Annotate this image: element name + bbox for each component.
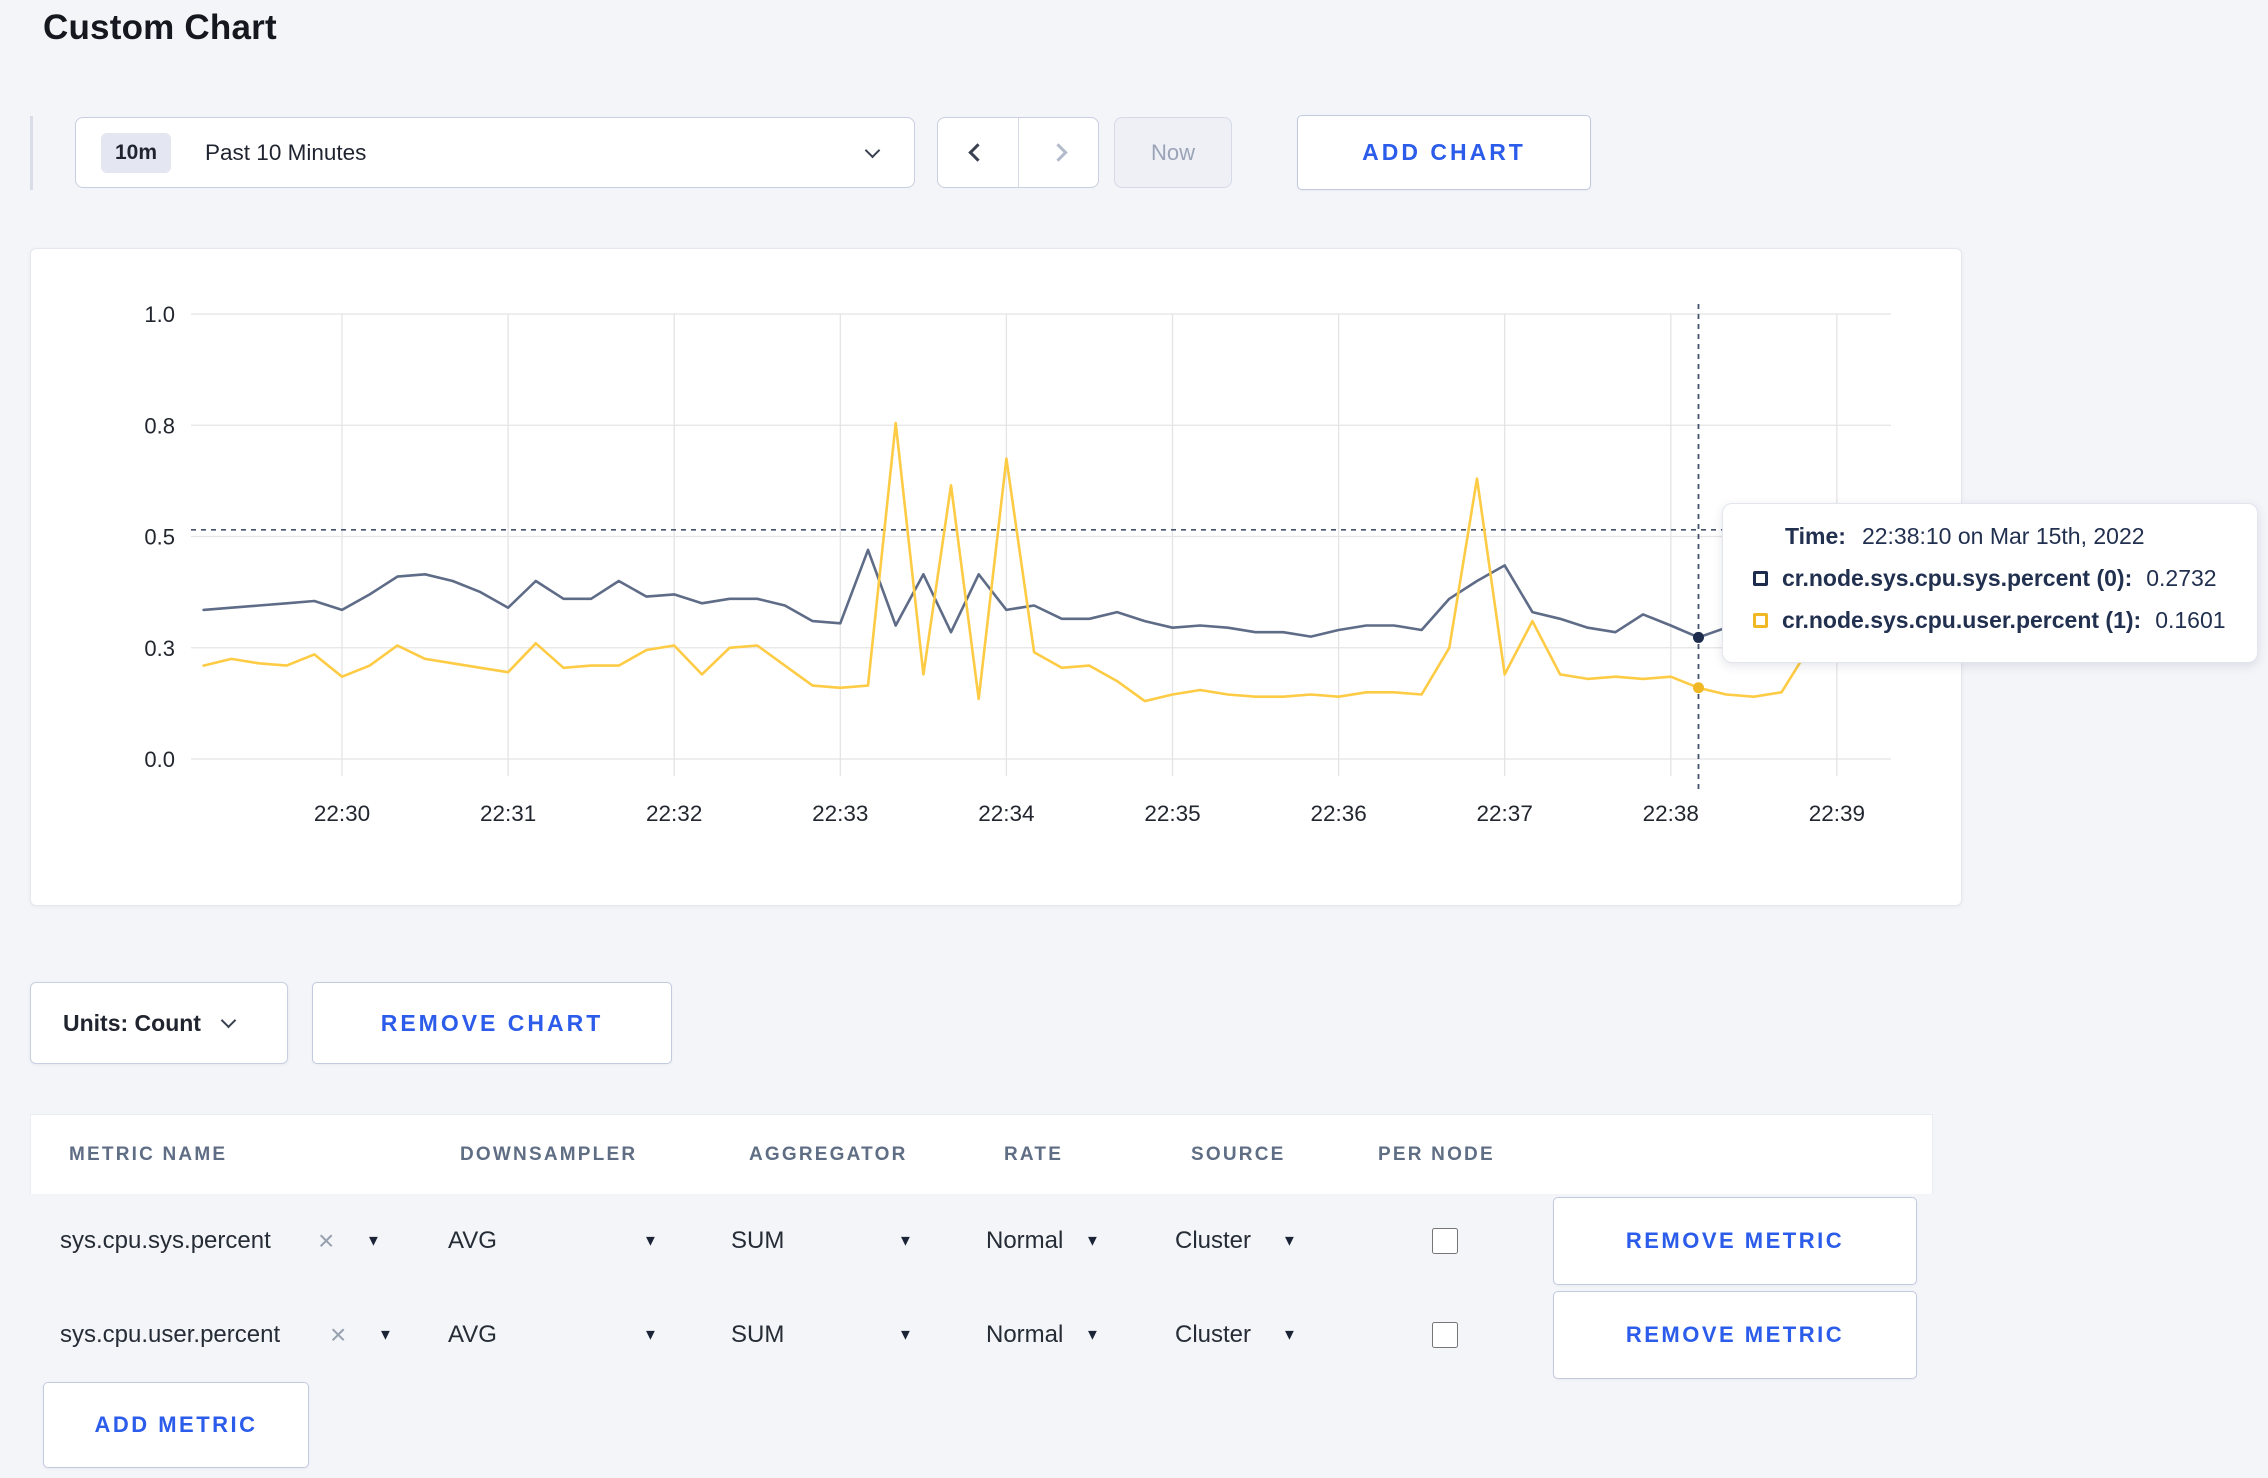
x-axis-tick-label: 22:35 [1144,801,1200,826]
metric-name-value[interactable]: sys.cpu.sys.percent [60,1227,271,1255]
chart-card: 0.0 0.3 0.5 0.8 1.0 22:30 22:31 22:32 22:33 22:34… [30,248,1962,906]
dropdown-caret-icon[interactable]: ▼ [643,1327,658,1344]
remove-metric-button[interactable]: REMOVE METRIC [1553,1291,1917,1379]
dropdown-caret-icon[interactable]: ▼ [1282,1327,1297,1344]
remove-metric-button[interactable]: REMOVE METRIC [1553,1197,1917,1285]
clear-metric-icon[interactable]: × [318,1227,334,1255]
chevron-left-icon [968,143,987,162]
dropdown-caret-icon[interactable]: ▼ [1085,1327,1100,1344]
x-axis-tick-label: 22:31 [480,801,536,826]
tooltip-time-label: Time: [1785,523,1846,549]
rate-select[interactable]: Normal [986,1321,1063,1349]
x-axis-tick-label: 22:38 [1643,801,1699,826]
next-timespan-button[interactable] [1019,118,1099,187]
time-pager [937,117,1099,188]
col-header-metric-name: METRIC NAME [69,1143,228,1165]
time-range-label: Past 10 Minutes [205,139,367,165]
tooltip-time-row: Time: 22:38:10 on Mar 15th, 2022 [1785,523,2237,550]
units-label: Units: Count [63,1009,201,1036]
per-node-checkbox[interactable] [1432,1228,1458,1254]
cpu-percent-line-chart[interactable]: 0.0 0.3 0.5 0.8 1.0 22:30 22:31 22:32 22:33 22:34… [31,249,1961,905]
source-select[interactable]: Cluster [1175,1227,1251,1255]
x-axis-tick-label: 22:32 [646,801,702,826]
metric-row: sys.cpu.user.percent × ▼ AVG ▼ SUM ▼ Nor… [30,1288,1933,1382]
tooltip-series-value: 0.1601 [2155,607,2226,633]
custom-chart-page: Custom Chart 10m Past 10 Minutes Now ADD… [0,0,2268,1478]
dropdown-caret-icon[interactable]: ▼ [898,1327,913,1344]
rate-select[interactable]: Normal [986,1227,1063,1255]
chevron-right-icon [1049,143,1068,162]
metric-dropdown-icon[interactable]: ▼ [378,1327,393,1344]
x-axis-tick-label: 22:30 [314,801,370,826]
units-select[interactable]: Units: Count [30,982,288,1064]
col-header-downsampler: DOWNSAMPLER [460,1143,638,1165]
hover-point-dot [1692,682,1704,694]
dropdown-caret-icon[interactable]: ▼ [1085,1233,1100,1250]
downsampler-select[interactable]: AVG [448,1321,497,1349]
sys-percent-swatch-icon [1753,571,1768,586]
metric-row: sys.cpu.sys.percent × ▼ AVG ▼ SUM ▼ Norm… [30,1194,1933,1288]
time-range-badge: 10m [101,132,172,173]
y-axis-tick-label: 0.8 [144,413,175,438]
tooltip-series-label: cr.node.sys.cpu.user.percent (1): [1782,607,2142,633]
tooltip-series-value: 0.2732 [2146,565,2217,591]
user-percent-swatch-icon [1753,613,1768,628]
x-axis-tick-label: 22:37 [1477,801,1533,826]
remove-chart-button[interactable]: REMOVE CHART [312,982,672,1064]
col-header-per-node: PER NODE [1378,1143,1495,1165]
y-axis-tick-label: 0.0 [144,747,175,772]
aggregator-select[interactable]: SUM [731,1321,784,1349]
chart-hover-tooltip: Time: 22:38:10 on Mar 15th, 2022 cr.node.… [1722,503,2258,663]
downsampler-select[interactable]: AVG [448,1227,497,1255]
dropdown-caret-icon[interactable]: ▼ [1282,1233,1297,1250]
metric-name-value[interactable]: sys.cpu.user.percent [60,1321,280,1349]
y-axis-tick-label: 0.5 [144,525,175,550]
aggregator-select[interactable]: SUM [731,1227,784,1255]
per-node-checkbox[interactable] [1432,1322,1458,1348]
tooltip-series-label: cr.node.sys.cpu.sys.percent (0): [1782,565,2133,591]
add-metric-button[interactable]: ADD METRIC [43,1382,309,1468]
metrics-table-header: METRIC NAME DOWNSAMPLER AGGREGATOR RATE … [30,1114,1933,1194]
page-title: Custom Chart [43,8,277,47]
col-header-aggregator: AGGREGATOR [749,1143,908,1165]
x-axis-tick-label: 22:36 [1310,801,1366,826]
dropdown-caret-icon[interactable]: ▼ [898,1233,913,1250]
chevron-down-icon [864,142,881,159]
series-line [202,548,1866,639]
col-header-rate: RATE [1004,1143,1064,1165]
time-range-select[interactable]: 10m Past 10 Minutes [75,117,915,188]
previous-timespan-button[interactable] [938,118,1019,187]
tooltip-time-value: 22:38:10 on Mar 15th, 2022 [1861,523,2145,549]
toolbar-divider [30,116,33,190]
dropdown-caret-icon[interactable]: ▼ [643,1233,658,1250]
y-axis-tick-label: 0.3 [144,636,175,661]
x-axis-tick-label: 22:39 [1809,801,1865,826]
x-axis-tick-label: 22:33 [812,801,868,826]
tooltip-series-row: cr.node.sys.cpu.user.percent (1): 0.1601 [1753,607,2237,634]
add-chart-button[interactable]: ADD CHART [1297,115,1591,190]
col-header-source: SOURCE [1191,1143,1286,1165]
series-line [202,421,1866,703]
now-button[interactable]: Now [1114,117,1232,188]
x-axis-tick-label: 22:34 [978,801,1034,826]
chevron-down-icon [220,1012,237,1028]
metric-dropdown-icon[interactable]: ▼ [366,1233,381,1250]
tooltip-series-row: cr.node.sys.cpu.sys.percent (0): 0.2732 [1753,565,2237,592]
clear-metric-icon[interactable]: × [330,1321,346,1349]
y-axis-tick-label: 1.0 [144,302,175,327]
hover-point-dot [1692,631,1704,643]
source-select[interactable]: Cluster [1175,1321,1251,1349]
